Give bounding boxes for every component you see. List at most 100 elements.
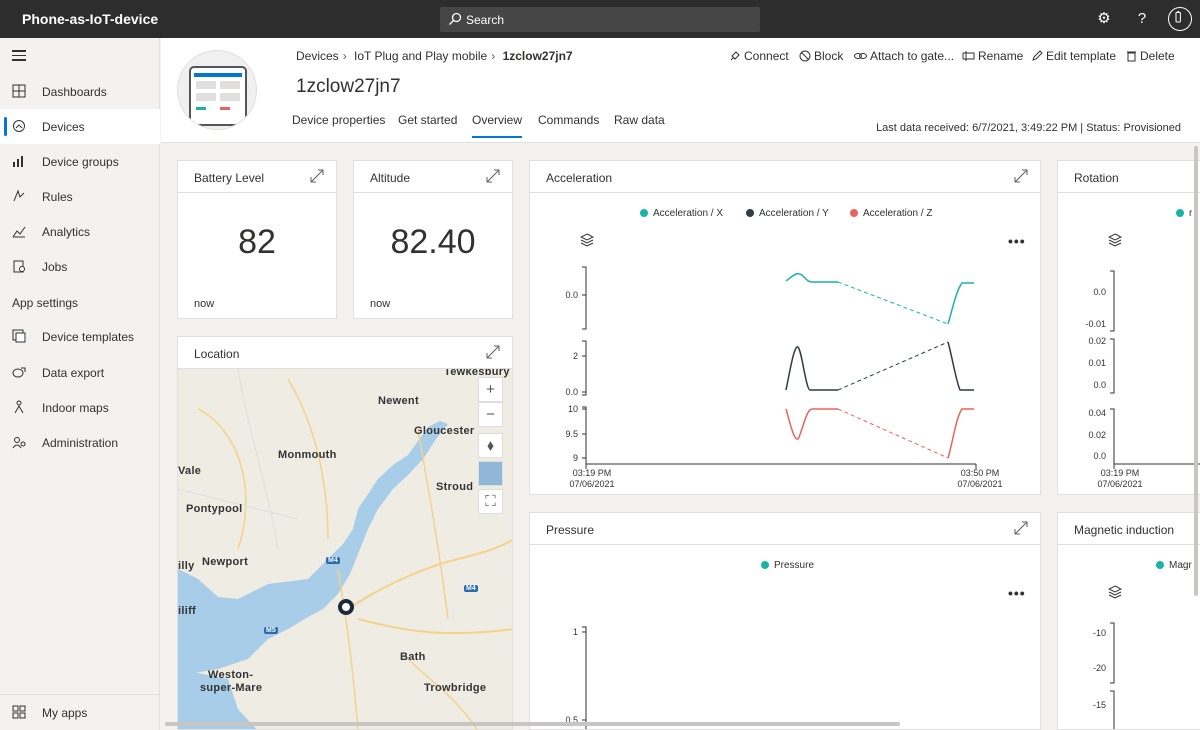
y-axis-bracket bbox=[1110, 338, 1115, 394]
horizontal-scrollbar[interactable] bbox=[165, 722, 900, 726]
y-axis-bracket bbox=[1110, 690, 1115, 729]
map-label: iliff bbox=[178, 605, 196, 617]
y-axis-bracket bbox=[1110, 270, 1115, 332]
map-label: Pontypool bbox=[186, 503, 243, 515]
edit-template-label: Edit template bbox=[1046, 49, 1117, 63]
breadcrumb-devices-link[interactable]: Devices bbox=[296, 49, 339, 63]
sidebar-item-administration[interactable]: Administration bbox=[0, 425, 160, 460]
rename-button[interactable]: Rename bbox=[962, 49, 1023, 63]
search-input[interactable]: Search bbox=[440, 7, 760, 32]
indoor-maps-icon bbox=[14, 400, 24, 414]
sidebar-item-device-groups[interactable]: Device groups bbox=[0, 144, 160, 179]
dashboard-icon bbox=[12, 84, 26, 98]
sidebar-item-my-apps[interactable]: My apps bbox=[0, 695, 160, 730]
map-style-button[interactable] bbox=[478, 461, 503, 486]
sidebar-item-devices[interactable]: Devices bbox=[0, 109, 160, 144]
map-label: Newport bbox=[202, 556, 249, 568]
location-pin-icon[interactable] bbox=[338, 599, 354, 615]
device-templates-icon bbox=[12, 329, 26, 343]
help-icon[interactable]: ? bbox=[1132, 9, 1152, 29]
x-axis: 03:19 PM 07/06/2021 03:50 PM 07/06/2021 bbox=[569, 463, 1003, 489]
road-badge: M4 bbox=[464, 585, 478, 592]
delete-button[interactable]: Delete bbox=[1126, 49, 1175, 63]
tab-commands[interactable]: Commands bbox=[538, 113, 599, 127]
user-avatar-icon[interactable] bbox=[1168, 7, 1192, 31]
y-tick-label: 9 bbox=[573, 453, 578, 463]
connect-label: Connect bbox=[744, 49, 789, 63]
zoom-in-button[interactable]: + bbox=[478, 377, 503, 402]
y-tick-label: 0.04 bbox=[1088, 408, 1106, 418]
sidebar-item-indoor-maps[interactable]: Indoor maps bbox=[0, 390, 160, 425]
chevron-right-icon: › bbox=[342, 49, 347, 63]
y-tick-label: 1 bbox=[573, 627, 578, 637]
map-label: Gloucester bbox=[414, 425, 475, 437]
x-tick-label: 03:19 PM bbox=[1101, 468, 1140, 478]
sidebar-item-label: My apps bbox=[42, 706, 88, 720]
map-label: Trowbridge bbox=[424, 682, 487, 694]
altitude-tile: Altitude 82.40 now bbox=[353, 160, 513, 319]
x-tick-label: 07/06/2021 bbox=[1097, 479, 1142, 489]
map-label: Vale bbox=[178, 465, 202, 477]
breadcrumb-template-link[interactable]: IoT Plug and Play mobile bbox=[354, 49, 487, 63]
edit-template-button[interactable]: Edit template bbox=[1031, 49, 1116, 63]
breadcrumb: Devices › IoT Plug and Play mobile › 1zclo… bbox=[296, 49, 573, 63]
device-groups-icon bbox=[13, 156, 23, 167]
sidebar-item-analytics[interactable]: Analytics bbox=[0, 214, 160, 249]
settings-gear-icon[interactable]: ⚙ bbox=[1094, 9, 1114, 29]
trash-icon bbox=[1127, 51, 1136, 62]
search-icon bbox=[449, 12, 462, 25]
tab-device-properties[interactable]: Device properties bbox=[292, 113, 385, 127]
road-badge: M5 bbox=[264, 627, 278, 634]
rules-icon bbox=[13, 189, 25, 202]
link-icon bbox=[854, 53, 867, 59]
sidebar-item-data-export[interactable]: Data export bbox=[0, 355, 160, 390]
sidebar-item-device-templates[interactable]: Device templates bbox=[0, 319, 160, 354]
rename-label: Rename bbox=[978, 49, 1024, 63]
zoom-out-button[interactable]: − bbox=[478, 402, 503, 427]
y-tick-label: 0.0 bbox=[1093, 451, 1106, 461]
tab-raw-data[interactable]: Raw data bbox=[614, 113, 665, 127]
map-label: illy bbox=[178, 560, 195, 572]
sidebar-item-rules[interactable]: Rules bbox=[0, 179, 160, 214]
fullscreen-icon[interactable]: ⛶ bbox=[478, 489, 503, 514]
vertical-scrollbar[interactable] bbox=[1194, 146, 1198, 596]
tab-get-started[interactable]: Get started bbox=[398, 113, 457, 127]
y-tick-label: -10 bbox=[1093, 628, 1106, 638]
y-axis-bracket bbox=[582, 340, 587, 396]
tab-overview[interactable]: Overview bbox=[472, 113, 523, 138]
battery-timestamp: now bbox=[194, 298, 215, 310]
tile-divider bbox=[178, 192, 336, 193]
magnetic-induction-tile: Magnetic induction Magr -10 -20 -15 bbox=[1057, 512, 1200, 730]
y-tick-label: 2 bbox=[573, 351, 578, 361]
y-axis-bracket bbox=[582, 406, 587, 464]
map-label: Monmouth bbox=[278, 449, 337, 461]
sidebar-item-label: Devices bbox=[42, 120, 85, 134]
search-placeholder: Search bbox=[466, 13, 505, 27]
analytics-icon bbox=[12, 226, 26, 238]
location-map[interactable]: Tewkesbury Newent Gloucester Monmouth Va… bbox=[178, 369, 512, 729]
connect-button[interactable]: Connect bbox=[729, 49, 789, 63]
x-tick-label: 03:19 PM bbox=[573, 468, 612, 478]
hamburger-menu-icon[interactable] bbox=[12, 50, 26, 64]
series-line-x bbox=[947, 282, 974, 325]
y-tick-label: 0.0 bbox=[1093, 380, 1106, 390]
expand-icon[interactable] bbox=[310, 169, 324, 183]
sidebar-item-jobs[interactable]: Jobs bbox=[0, 249, 160, 284]
sidebar: Dashboards Devices Device groups Rules A… bbox=[0, 38, 160, 730]
device-header: Devices › IoT Plug and Play mobile › 1zclo… bbox=[161, 38, 1200, 143]
pressure-tile: Pressure Pressure ••• 1 0.5 bbox=[529, 512, 1041, 730]
series-line-z bbox=[947, 408, 974, 459]
expand-icon[interactable] bbox=[486, 169, 500, 183]
app-name[interactable]: Phone-as-IoT-device bbox=[22, 11, 158, 27]
expand-icon[interactable] bbox=[486, 345, 500, 359]
block-button[interactable]: Block bbox=[799, 49, 843, 63]
rotation-chart: 03:19 PM 07/06/2021 0.0 -0.01 0.02 0.01 … bbox=[1085, 270, 1200, 489]
y-axis-bracket bbox=[1110, 622, 1115, 684]
sidebar-item-dashboards[interactable]: Dashboards bbox=[0, 74, 160, 109]
map-label: Stroud bbox=[436, 481, 474, 493]
compass-icon[interactable]: ⬧ bbox=[478, 433, 503, 458]
attach-to-gateway-button[interactable]: Attach to gate... bbox=[854, 49, 954, 63]
page-title: 1zclow27jn7 bbox=[296, 76, 401, 97]
altitude-value: 82.40 bbox=[390, 223, 476, 261]
series-line-y bbox=[947, 341, 974, 391]
